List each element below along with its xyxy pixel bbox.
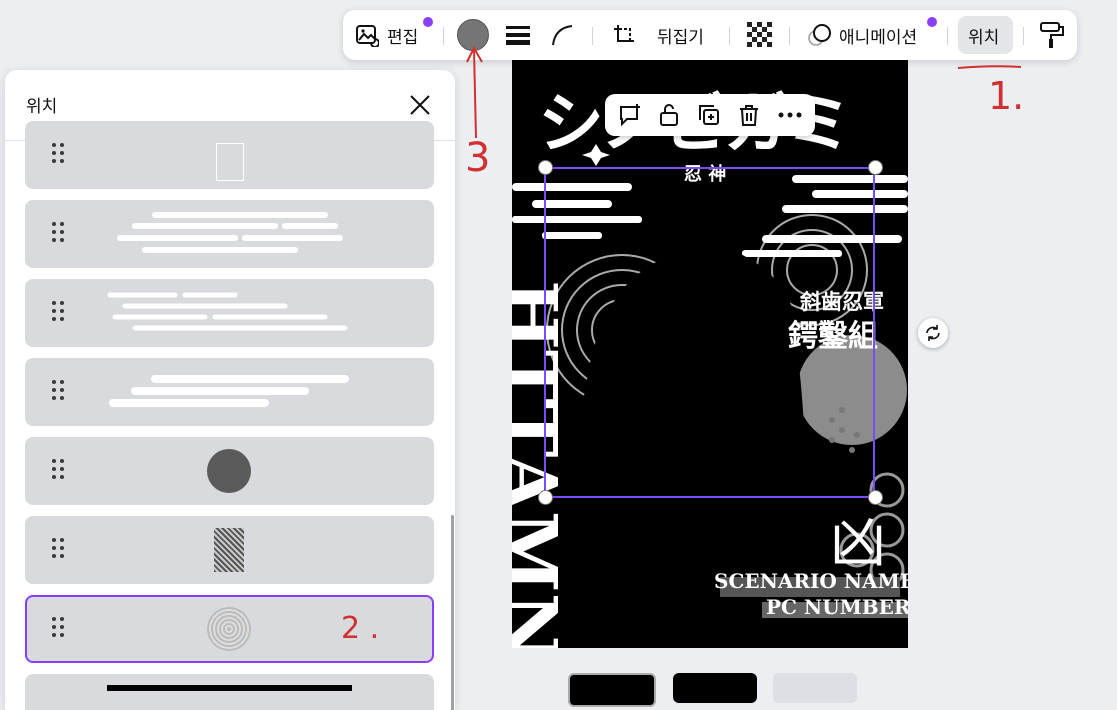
animation-badge-dot [927, 17, 937, 27]
page-thumbnail-1[interactable] [568, 673, 656, 707]
stripes-thumbnail [117, 212, 343, 253]
rectangle-outline-thumbnail [216, 143, 244, 181]
drag-handle-icon[interactable] [52, 222, 66, 248]
animation-label: 애니메이션 [839, 27, 918, 48]
annotation-arrow-3 [466, 45, 483, 139]
bar-thumbnail [107, 685, 352, 691]
drag-handle-icon[interactable] [52, 459, 66, 485]
layer-item-blank-rect[interactable] [25, 121, 434, 189]
copy-style-button[interactable] [1039, 10, 1065, 60]
layer-item-gray-circle[interactable] [25, 437, 434, 505]
flip-label: 뒤집기 [657, 27, 704, 48]
corner-rounding-button[interactable] [551, 10, 575, 60]
pc-number: PC NUMBER [766, 595, 908, 619]
layer-item-stripes-3[interactable] [25, 358, 434, 426]
panel-title: 위치 [26, 97, 58, 117]
scenario-name: SCENARIO NAME [714, 569, 908, 593]
layer-item-textured-circle[interactable]: 2 . [25, 595, 434, 663]
lock-icon[interactable] [657, 103, 681, 127]
drag-handle-icon[interactable] [52, 617, 66, 643]
drag-handle-icon[interactable] [52, 143, 66, 169]
halftone-thumbnail [214, 528, 244, 572]
toolbar-separator [947, 27, 948, 45]
toolbar-separator [729, 27, 730, 45]
panel-scrollbar[interactable] [451, 515, 454, 710]
edit-badge-dot [423, 17, 433, 27]
toolbar-separator [789, 27, 790, 45]
layer-item-black-bar[interactable] [25, 674, 434, 710]
stripes-thumbnail [107, 292, 348, 331]
resize-handle-bottom-right[interactable] [868, 490, 883, 505]
transparency-checker-icon [747, 22, 773, 48]
duplicate-icon[interactable] [697, 103, 721, 127]
crop-icon [614, 25, 634, 43]
position-panel: 위치 2 . [5, 70, 455, 710]
drag-handle-icon[interactable] [52, 538, 66, 564]
layer-item-stripes-1[interactable] [25, 200, 434, 268]
resize-handle-top-left[interactable] [538, 160, 553, 175]
border-lines-icon [506, 26, 530, 45]
page-thumbnail-2[interactable] [673, 673, 757, 703]
layer-item-stripes-2[interactable] [25, 279, 434, 347]
selection-box[interactable] [544, 167, 875, 498]
trash-icon[interactable] [737, 103, 761, 127]
element-floating-toolbar [605, 94, 815, 136]
position-label-wrap: 위치 [968, 10, 999, 60]
drag-handle-icon[interactable] [52, 301, 66, 327]
comment-add-icon[interactable] [617, 103, 643, 127]
transparency-button[interactable] [747, 10, 773, 60]
annotation-mark-3: 3 [465, 135, 491, 181]
stripes-thumbnail [109, 375, 349, 407]
animation-icon [808, 24, 831, 46]
toolbar-separator [443, 27, 444, 45]
rotate-handle[interactable] [918, 318, 948, 348]
paint-roller-icon [1040, 22, 1064, 48]
annotation-mark-1: 1. [988, 74, 1025, 118]
corner-curve-icon [552, 25, 573, 46]
toolbar-separator [1023, 27, 1024, 45]
drag-handle-icon[interactable] [52, 380, 66, 406]
animation-button[interactable]: 애니메이션 [807, 10, 917, 60]
more-options-icon[interactable] [777, 111, 803, 119]
circle-thumbnail [207, 449, 251, 493]
toolbar-separator [592, 27, 593, 45]
crop-button[interactable] [612, 10, 636, 60]
kanji-mark: 凶 [830, 511, 886, 576]
annotation-underline-1 [957, 65, 1022, 69]
edit-button[interactable]: 편집 [355, 10, 418, 60]
add-page-thumbnail[interactable] [773, 673, 857, 703]
border-style-button[interactable] [505, 10, 531, 60]
edit-label: 편집 [387, 27, 419, 48]
position-label: 위치 [968, 27, 1000, 48]
layer-item-dot-pattern[interactable] [25, 516, 434, 584]
textured-circle-thumbnail [207, 607, 251, 651]
resize-handle-top-right[interactable] [868, 160, 883, 175]
rotate-icon [926, 325, 940, 341]
image-edit-icon [356, 25, 379, 47]
flip-button[interactable]: 뒤집기 [657, 10, 704, 60]
top-toolbar: 편집 뒤집기 애니메이션 위치 [343, 10, 1077, 60]
close-icon[interactable] [409, 94, 431, 116]
resize-handle-bottom-left[interactable] [538, 490, 553, 505]
annotation-mark-2: 2 . [341, 611, 380, 646]
